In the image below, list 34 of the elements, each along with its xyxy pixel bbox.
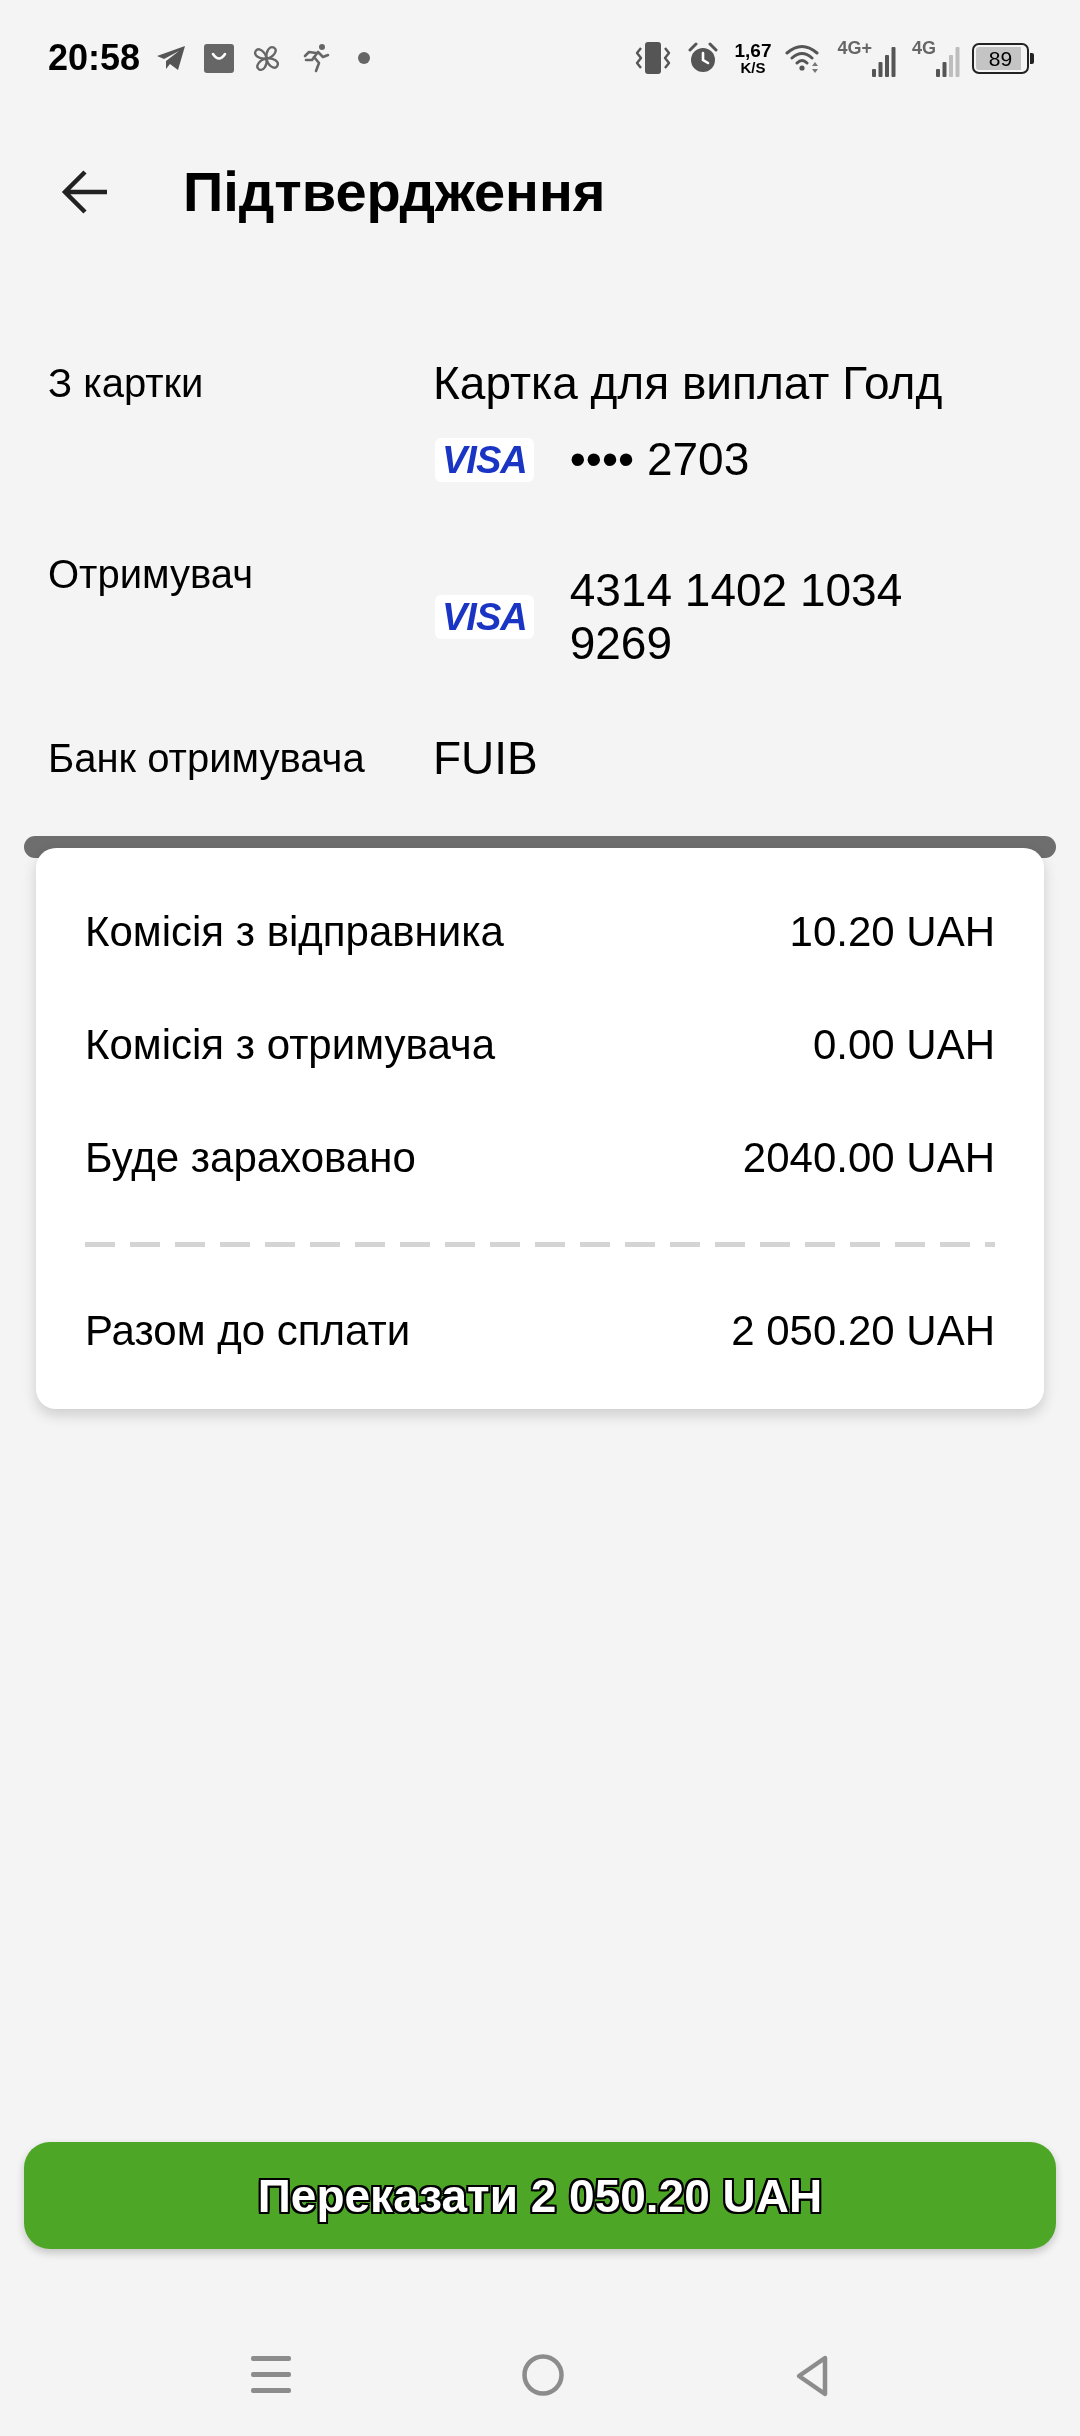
back-icon[interactable] [795, 2354, 829, 2398]
card-number: 4314 1402 1034 9269 [569, 564, 904, 670]
card-brand-logo: VISA [435, 595, 534, 639]
detail-label: Отримувач [48, 554, 253, 594]
fee-amount: 0.00 UAH [812, 1023, 995, 1066]
transfer-button[interactable]: Переказати 2 050.20 UAH [24, 2142, 1056, 2249]
clock-time: 20:58 [48, 40, 141, 76]
back-arrow-icon[interactable] [60, 168, 108, 216]
menu-icon[interactable] [251, 2354, 291, 2396]
paper-plane-icon [156, 45, 187, 71]
detail-label: Банк отримувача [48, 738, 365, 778]
fee-amount: 2040.00 UAH [742, 1136, 995, 1179]
fee-label: Комісія з отримувача [85, 1023, 496, 1066]
total-label: Разом до сплати [85, 1309, 411, 1352]
notification-dot-icon [358, 52, 371, 64]
network-speed-unit: K/S [740, 59, 766, 76]
battery-percentage: 89 [988, 47, 1013, 69]
card-brand-logo: VISA [435, 437, 534, 482]
network-type-label: 4G [912, 39, 936, 57]
home-icon[interactable] [522, 2354, 564, 2396]
card-number: •••• 2703 [569, 433, 750, 486]
fee-label: Буде зараховано [85, 1136, 416, 1179]
signal-icon [936, 47, 960, 77]
signal-icon [872, 47, 896, 77]
vibrate-icon [635, 41, 672, 75]
fee-label: Комісія з відправника [85, 910, 504, 953]
fee-amount: 10.20 UAH [789, 910, 995, 953]
network-speed-value: 1,67 [734, 40, 772, 60]
total-amount: 2 050.20 UAH [731, 1309, 995, 1352]
shopping-bag-icon [203, 42, 236, 74]
detail-label: З картки [48, 363, 204, 403]
alarm-clock-icon [687, 42, 720, 74]
detail-value: FUIB [433, 735, 538, 781]
network-type-label: 4G+ [837, 39, 872, 57]
